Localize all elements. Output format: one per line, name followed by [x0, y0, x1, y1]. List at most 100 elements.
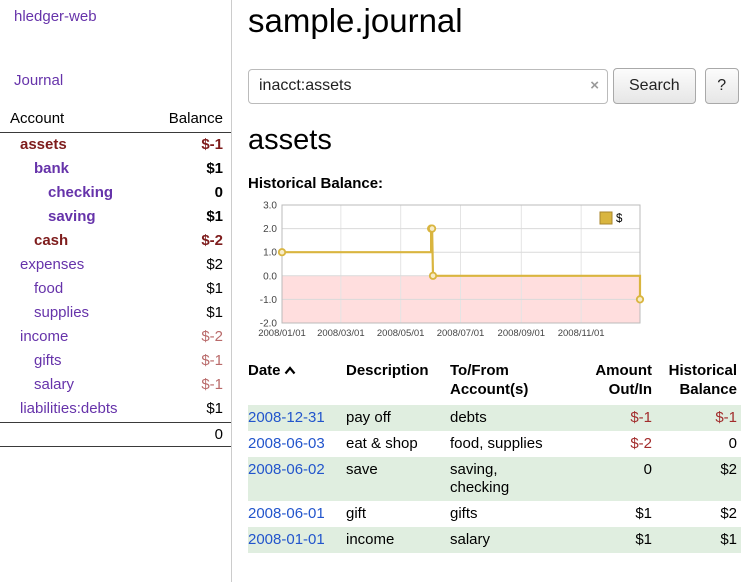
amount-column-header: Amount Out/In [566, 361, 654, 405]
account-row: saving$1 [0, 205, 231, 229]
account-row: expenses $2 [0, 253, 231, 277]
account-link-saving[interactable]: saving [0, 208, 96, 226]
transaction-amount: $1 [566, 501, 654, 527]
account-link-cash[interactable]: cash [0, 232, 68, 250]
account-link-expenses[interactable]: expenses [0, 256, 84, 274]
svg-text:2008/01/01: 2008/01/01 [258, 328, 306, 339]
svg-text:1.0: 1.0 [263, 248, 277, 259]
transaction-date-link[interactable]: 2008-06-02 [248, 461, 325, 478]
chart-title: Historical Balance: [248, 175, 741, 192]
account-row: checking 0 [0, 181, 231, 205]
transaction-amount: $-1 [566, 405, 654, 431]
amount-column-header-line1: Amount [595, 362, 652, 379]
transactions-table: Date Description To/From Account(s) Amou… [248, 361, 741, 553]
account-balance: $-1 [201, 136, 223, 154]
main-content: sample.journal × Search ? assets Histori… [232, 0, 742, 582]
description-column-header: Description [346, 361, 450, 405]
historical-balance-column-header-line2: Balance [679, 381, 737, 398]
svg-text:2008/03/01: 2008/03/01 [317, 328, 365, 339]
svg-text:2008/07/01: 2008/07/01 [437, 328, 485, 339]
account-balance: $2 [206, 256, 223, 274]
transaction-accounts: gifts [450, 501, 566, 527]
historical-balance-chart: 2008/01/01 2008/03/01 2008/05/01 2008/07/01… [248, 199, 646, 349]
amount-column-header-line2: Out/In [609, 381, 652, 398]
transaction-date-cell: 2008-06-01 [248, 501, 346, 527]
transaction-amount: $1 [566, 527, 654, 553]
account-column-header: Account [10, 110, 64, 127]
account-link-gifts[interactable]: gifts [0, 352, 62, 370]
account-link-supplies[interactable]: supplies [0, 304, 89, 322]
account-balance: 0 [215, 184, 223, 202]
transaction-description: eat & shop [346, 431, 450, 457]
sidebar-item-journal[interactable]: Journal [0, 72, 231, 89]
account-row: salary$-1 [0, 373, 231, 397]
transaction-date-cell: 2008-12-31 [248, 405, 346, 431]
account-link-income[interactable]: income [0, 328, 68, 346]
account-link-assets[interactable]: assets [0, 136, 67, 154]
account-link-salary[interactable]: salary [0, 376, 74, 394]
transaction-row: 2008-12-31pay offdebts$-1$-1 [248, 405, 741, 431]
transaction-accounts: salary [450, 527, 566, 553]
help-button[interactable]: ? [705, 68, 739, 104]
accounts-column-header-line2: Account(s) [450, 381, 528, 398]
transaction-date-link[interactable]: 2008-06-01 [248, 505, 325, 522]
sort-ascending-icon [284, 366, 296, 375]
account-row: income $-2 [0, 325, 231, 349]
total-balance: 0 [215, 426, 223, 443]
account-balance: $1 [206, 160, 223, 178]
search-button[interactable]: Search [613, 68, 696, 104]
svg-text:2.0: 2.0 [263, 224, 277, 235]
account-link-checking[interactable]: checking [0, 184, 113, 202]
transaction-historical-balance: 0 [654, 431, 741, 457]
accounts-table-header: Account Balance [0, 110, 231, 133]
transaction-amount: $-2 [566, 431, 654, 457]
accounts-table: Account Balance assets $-1 bank $1 checking 0… [0, 110, 231, 447]
account-link-bank[interactable]: bank [0, 160, 69, 178]
transaction-date-link[interactable]: 2008-12-31 [248, 409, 325, 426]
account-row: assets $-1 [0, 133, 231, 157]
date-column-header-label: Date [248, 362, 281, 379]
svg-text:0.0: 0.0 [263, 271, 277, 282]
account-row: bank $1 [0, 157, 231, 181]
search-form: × Search ? [248, 68, 741, 104]
historical-balance-column-header-line1: Historical [669, 362, 737, 379]
transaction-description: income [346, 527, 450, 553]
transaction-row: 2008-06-02savesaving, checking0$2 [248, 457, 741, 501]
clear-search-icon[interactable]: × [590, 77, 599, 94]
transaction-historical-balance: $2 [654, 457, 741, 501]
account-heading: assets [248, 124, 741, 157]
account-link-food[interactable]: food [0, 280, 63, 298]
account-row: cash$-2 [0, 229, 231, 253]
transaction-row: 2008-01-01incomesalary$1$1 [248, 527, 741, 553]
transaction-accounts: debts [450, 405, 566, 431]
transactions-table-header-row: Date Description To/From Account(s) Amou… [248, 361, 741, 405]
svg-text:2008/05/01: 2008/05/01 [377, 328, 425, 339]
account-row: food $1 [0, 277, 231, 301]
page-title: sample.journal [248, 2, 741, 40]
transaction-date-link[interactable]: 2008-06-03 [248, 435, 325, 452]
accounts-total-row: 0 [0, 422, 231, 447]
transaction-accounts: saving, checking [450, 457, 566, 501]
transaction-date-link[interactable]: 2008-01-01 [248, 531, 325, 548]
transaction-historical-balance: $1 [654, 527, 741, 553]
svg-text:2008/11/01: 2008/11/01 [558, 328, 605, 339]
transaction-date-cell: 2008-06-03 [248, 431, 346, 457]
account-row: gifts $-1 [0, 349, 231, 373]
account-link-liabilities-debts[interactable]: liabilities:debts [0, 400, 118, 418]
date-column-header[interactable]: Date [248, 361, 346, 405]
app-title-link[interactable]: hledger-web [0, 8, 231, 25]
account-balance: $-2 [201, 328, 223, 346]
transaction-row: 2008-06-01giftgifts$1$2 [248, 501, 741, 527]
sidebar: hledger-web Journal Account Balance asse… [0, 0, 232, 582]
accounts-rows: assets$-1bank$1checking0saving$1cash$-2e… [0, 133, 231, 421]
historical-balance-column-header: Historical Balance [654, 361, 741, 405]
account-balance: $-1 [201, 352, 223, 370]
app-window: hledger-web Journal Account Balance asse… [0, 0, 742, 582]
transaction-row: 2008-06-03eat & shopfood, supplies$-20 [248, 431, 741, 457]
account-balance: $1 [206, 400, 223, 418]
account-balance: $1 [206, 280, 223, 298]
account-row: supplies$1 [0, 301, 231, 325]
transactions-table-body: 2008-12-31pay offdebts$-1$-1 2008-06-03 ea… [248, 405, 741, 553]
search-input[interactable] [248, 69, 608, 104]
transaction-historical-balance: $2 [654, 501, 741, 527]
